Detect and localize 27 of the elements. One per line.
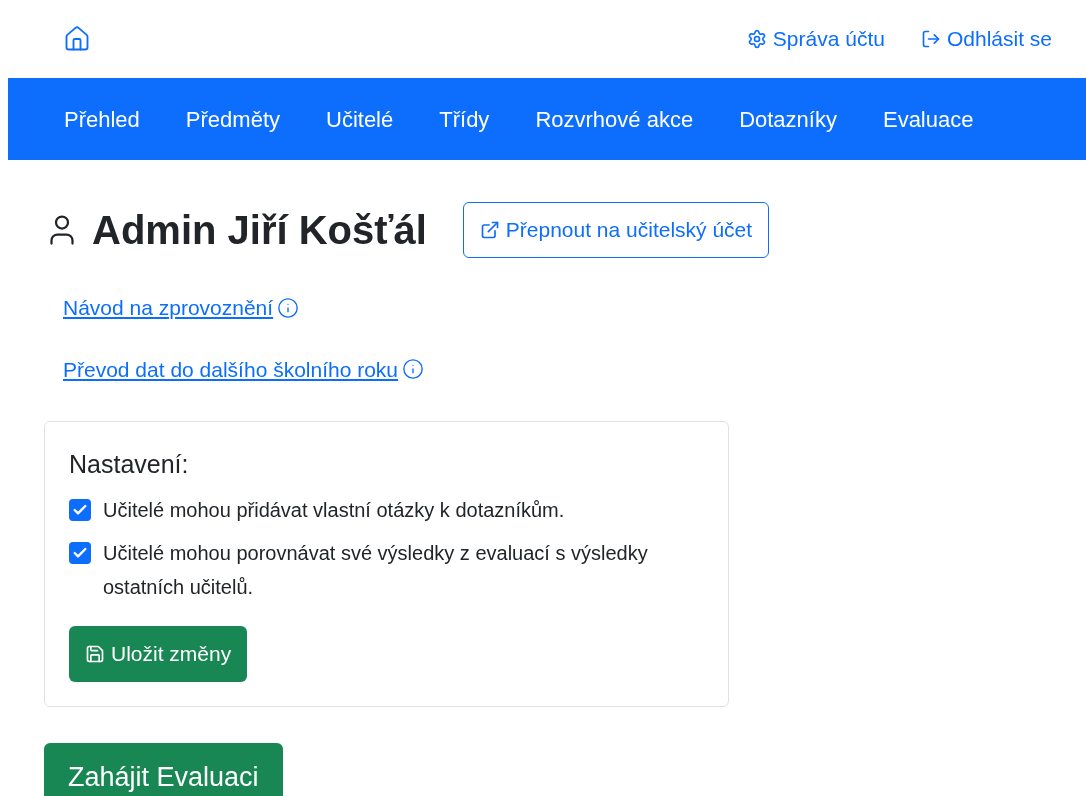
nav-link[interactable]: Rozvrhové akce	[526, 102, 703, 136]
user-name: Admin Jiří Košťál	[92, 207, 427, 254]
start-evaluation-button[interactable]: Zahájit Evaluaci	[44, 742, 283, 796]
nav-link[interactable]: Dotazníky	[730, 102, 846, 136]
header-link[interactable]: Správa účtu	[746, 23, 885, 55]
external-link-icon	[479, 220, 500, 240]
option-label: Učitelé mohou porovnávat své výsledky z evaluací s výsledky ostatních učitelů.	[103, 540, 649, 600]
settings-title: Nastavení:	[69, 449, 190, 480]
header-link[interactable]: Odhlásit se	[920, 23, 1052, 55]
nav-link[interactable]: Evaluace	[873, 102, 983, 136]
switch-account-button[interactable]: Přepnout na učitelský účet	[462, 202, 770, 258]
home-icon[interactable]	[63, 25, 91, 53]
help-link[interactable]: Návod na zprovoznění	[63, 292, 274, 324]
info-icon[interactable]	[277, 296, 300, 319]
help-link[interactable]: Převod dat do dalšího školního roku	[63, 353, 399, 385]
info-icon[interactable]	[402, 358, 425, 381]
checkbox[interactable]	[69, 498, 91, 521]
option-label: Učitelé mohou přidávat vlastní otázky k dotazníkům.	[103, 497, 565, 523]
nav-link[interactable]: Přehled	[55, 102, 149, 136]
nav-link[interactable]: Třídy	[430, 102, 499, 136]
settings-icon	[746, 29, 767, 49]
nav-link[interactable]: Předměty	[176, 102, 289, 136]
nav-link[interactable]: Učitelé	[317, 102, 403, 136]
save-button[interactable]: Uložit změny	[69, 625, 248, 682]
logout-icon	[920, 29, 941, 49]
save-icon	[85, 643, 105, 664]
checkbox[interactable]	[69, 541, 91, 564]
